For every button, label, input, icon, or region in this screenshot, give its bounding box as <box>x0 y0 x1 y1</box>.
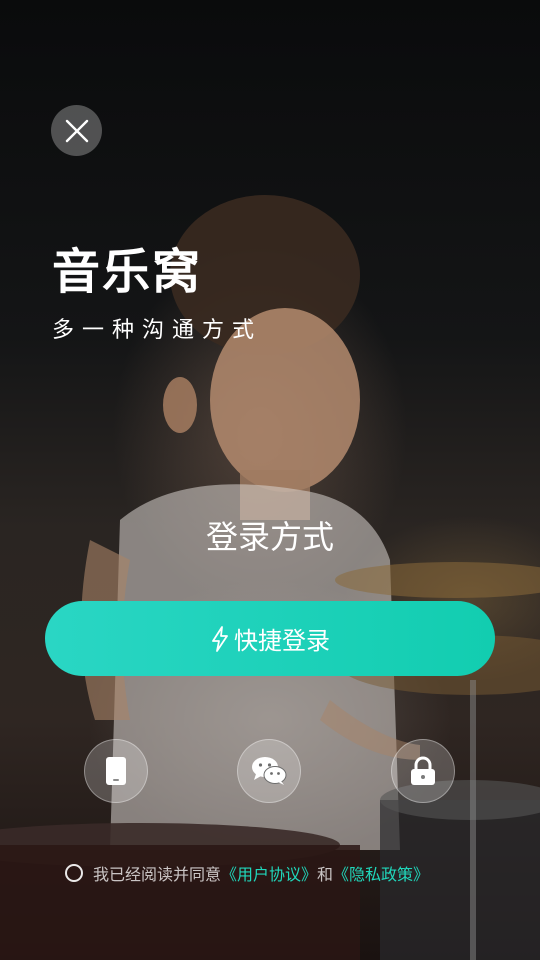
app-slogan: 多一种沟通方式 <box>52 318 263 343</box>
password-login-button[interactable] <box>391 739 455 803</box>
phone-icon <box>106 757 126 785</box>
agreement-checkbox[interactable] <box>65 864 83 882</box>
login-method-heading: 登录方式 <box>205 518 334 556</box>
app-title: 音乐窝 <box>52 244 203 300</box>
agreement-conjunction: 和 <box>317 865 334 884</box>
lock-icon <box>411 756 435 785</box>
agreement-prefix: 我已经阅读并同意 <box>93 865 222 884</box>
privacy-policy-link[interactable]: 《隐私政策》 <box>333 861 429 885</box>
close-icon <box>65 119 88 142</box>
wechat-icon <box>252 757 287 785</box>
lightning-icon <box>210 625 230 652</box>
close-button[interactable] <box>51 105 102 156</box>
quick-login-label: 快捷登录 <box>234 627 330 655</box>
phone-login-button[interactable] <box>84 739 148 803</box>
agreement-row: 我已经阅读并同意 《用户协议》 和 《隐私政策》 <box>65 861 429 885</box>
user-agreement-link[interactable]: 《用户协议》 <box>221 861 317 885</box>
login-screen: 音乐窝 多一种沟通方式 登录方式 快捷登录 我已经阅读并同意 《用户协议》 和 … <box>0 0 540 960</box>
wechat-login-button[interactable] <box>237 739 301 803</box>
quick-login-button[interactable]: 快捷登录 <box>45 601 495 676</box>
